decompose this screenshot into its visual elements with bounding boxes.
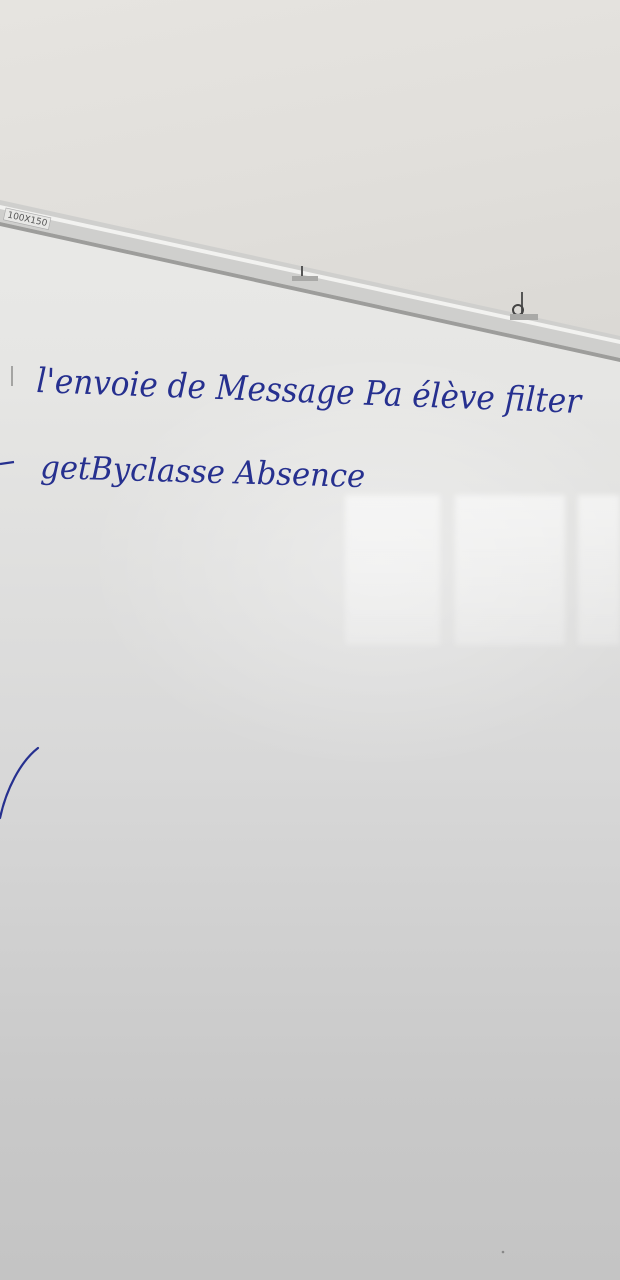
handwriting: l'envoie de Message Pa élève filter getB… — [0, 361, 584, 1254]
speck — [501, 1250, 505, 1254]
handwritten-line-1: l'envoie de Message Pa élève filter — [36, 361, 584, 422]
bullet-dash — [0, 460, 15, 466]
whiteboard-photo: 100X150 l'envoie de Message Pa élève fil… — [0, 0, 620, 1280]
handwritten-line-2: getByclasse Absence — [40, 448, 366, 495]
pen-stroke — [0, 746, 40, 820]
